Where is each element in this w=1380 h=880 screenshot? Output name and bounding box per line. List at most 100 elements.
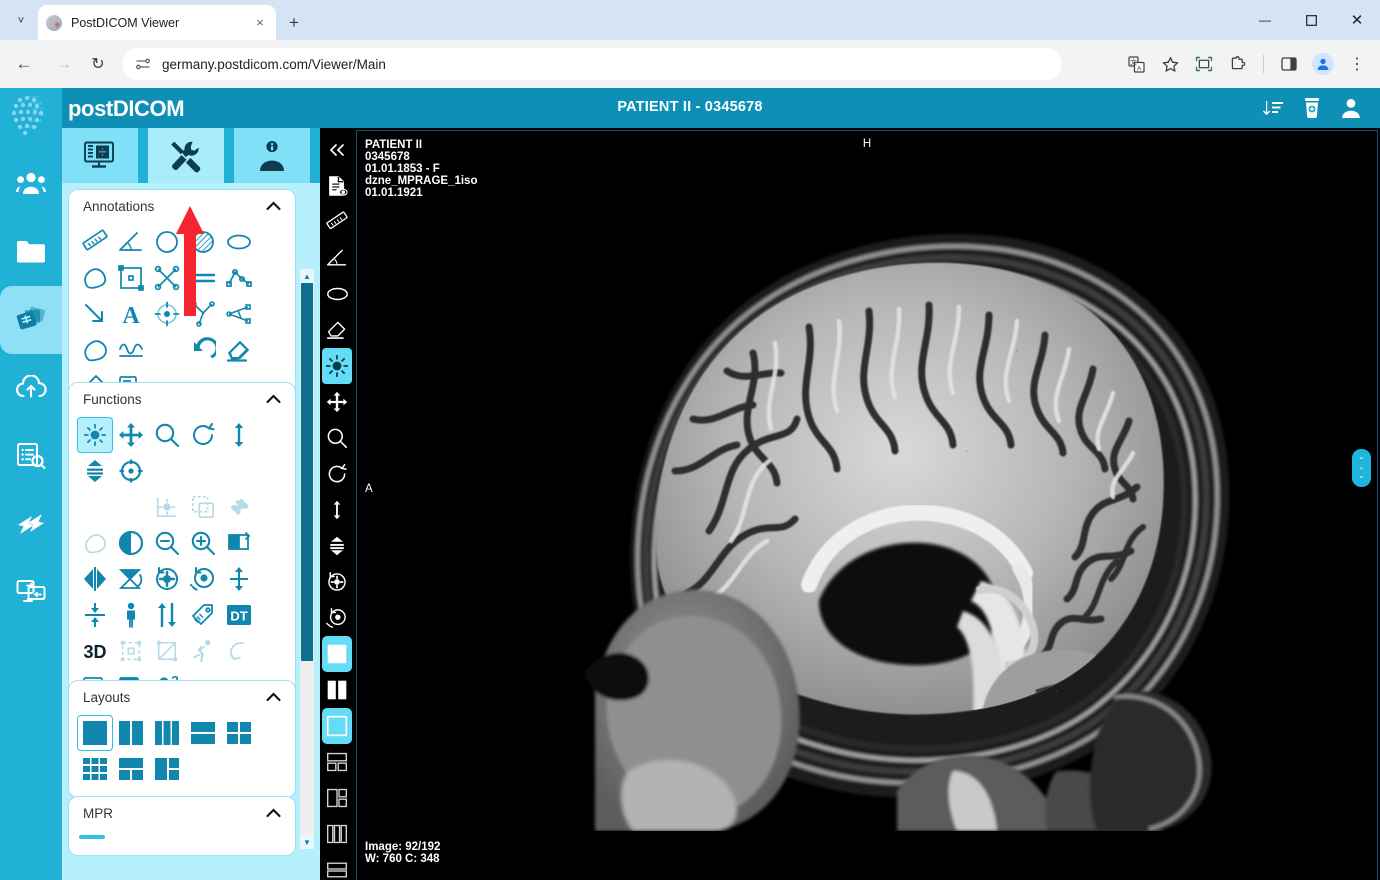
expand-collapse-handle-icon[interactable]: ⌃ ◦ ⌄	[1352, 449, 1371, 487]
sidebar-item-studies[interactable]	[0, 286, 62, 354]
vtool-layout-1x3[interactable]	[322, 816, 352, 852]
function-organ-preset[interactable]	[77, 525, 113, 561]
annotation-spline[interactable]	[113, 332, 149, 368]
layout-1x3[interactable]	[149, 715, 185, 751]
tab-series[interactable]	[62, 128, 138, 183]
function-zoom-in[interactable]	[185, 525, 221, 561]
function-fit-height[interactable]	[221, 561, 257, 597]
vtool-rotate[interactable]	[322, 456, 352, 492]
function-roi-window[interactable]	[185, 489, 221, 525]
layout-3x3[interactable]	[77, 751, 113, 787]
function-flip-vertical[interactable]	[77, 561, 113, 597]
function-scroll[interactable]	[221, 417, 257, 453]
browser-tab[interactable]: PostDICOM Viewer ×	[38, 5, 276, 40]
vtool-angle[interactable]	[322, 240, 352, 276]
scroll-down-arrow-icon[interactable]: ▼	[300, 835, 314, 849]
layouts-panel-header[interactable]: Layouts	[69, 681, 295, 713]
sidebar-item-remote[interactable]	[0, 558, 62, 626]
layout-1x2[interactable]	[113, 715, 149, 751]
vtool-layout-single-selected[interactable]	[322, 708, 352, 744]
vtool-windowing[interactable]	[322, 348, 352, 384]
profile-avatar-icon[interactable]	[1308, 49, 1338, 79]
sort-list-icon[interactable]	[1262, 97, 1284, 119]
function-windowing[interactable]	[77, 417, 113, 453]
sidebar-item-patients[interactable]	[0, 150, 62, 218]
vtool-scroll[interactable]	[322, 492, 352, 528]
vtool-layout-2x1[interactable]	[322, 852, 352, 880]
function-reset[interactable]	[221, 633, 257, 669]
new-tab-button[interactable]: +	[282, 11, 306, 35]
sidebar-item-share[interactable]	[0, 490, 62, 558]
annotation-undo[interactable]	[185, 332, 221, 368]
annotation-deviation[interactable]	[221, 296, 257, 332]
function-crosshair[interactable]	[113, 453, 149, 489]
vtool-ruler[interactable]	[322, 204, 352, 240]
layout-2x1[interactable]	[185, 715, 221, 751]
layout-1-over-2[interactable]	[113, 751, 149, 787]
function-zoom-out[interactable]	[149, 525, 185, 561]
vtool-layout-1x1-white[interactable]	[322, 636, 352, 672]
function-stack-scroll[interactable]	[77, 453, 113, 489]
vtool-pan[interactable]	[322, 384, 352, 420]
function-pan[interactable]	[113, 417, 149, 453]
browser-menu-icon[interactable]: ⋮	[1342, 49, 1372, 79]
user-account-icon[interactable]	[1340, 97, 1362, 119]
scrollbar-thumb[interactable]	[301, 283, 313, 661]
function-dt[interactable]: DT	[221, 597, 257, 633]
sidebar-item-folders[interactable]	[0, 218, 62, 286]
annotation-text[interactable]: A	[113, 296, 149, 332]
function-invert[interactable]	[113, 525, 149, 561]
function-bone-preset[interactable]	[221, 489, 257, 525]
translate-icon[interactable]: 文 A	[1121, 49, 1151, 79]
close-tab-icon[interactable]: ×	[252, 15, 268, 31]
layout-2x2[interactable]	[221, 715, 257, 751]
close-window-button[interactable]: ✕	[1334, 0, 1380, 40]
layout-1x1[interactable]	[77, 715, 113, 751]
functions-panel-header[interactable]: Functions	[69, 383, 295, 415]
layout-1-left-2-right[interactable]	[149, 751, 185, 787]
annotation-angle[interactable]	[113, 224, 149, 260]
tab-search-chevron-icon[interactable]: ˅	[8, 8, 34, 34]
function-flip-horizontal[interactable]	[221, 525, 257, 561]
vtool-zoom[interactable]	[322, 420, 352, 456]
address-bar[interactable]: germany.postdicom.com/Viewer/Main	[122, 48, 1062, 80]
chevron-up-icon[interactable]	[266, 201, 281, 211]
function-collapse-vertical[interactable]	[77, 597, 113, 633]
vtool-layout-1-over-2[interactable]	[322, 744, 352, 780]
bookmark-star-icon[interactable]	[1155, 49, 1185, 79]
function-scout[interactable]	[113, 597, 149, 633]
annotation-rectangle[interactable]	[113, 260, 149, 296]
cast-icon[interactable]	[1189, 49, 1219, 79]
annotation-arrow[interactable]	[77, 296, 113, 332]
function-sync-scroll[interactable]	[149, 597, 185, 633]
minimize-button[interactable]: —	[1242, 0, 1288, 40]
chevron-up-icon[interactable]	[266, 692, 281, 702]
vtool-layout-1-left-2-right[interactable]	[322, 780, 352, 816]
reload-icon[interactable]: ↻	[82, 48, 114, 80]
dicom-image-canvas[interactable]: PATIENT II 0345678 01.01.1853 - F dzne_M…	[356, 130, 1378, 880]
annotation-polyline[interactable]	[221, 260, 257, 296]
back-icon[interactable]: ←	[8, 48, 40, 80]
maximize-button[interactable]	[1288, 0, 1334, 40]
forward-icon[interactable]: →	[48, 48, 80, 80]
vtool-collapse-panel[interactable]	[322, 132, 352, 168]
function-flip-rotate[interactable]	[113, 561, 149, 597]
tools-panel-scrollbar[interactable]: ▲ ▼	[300, 269, 314, 849]
vtool-ellipse[interactable]	[322, 276, 352, 312]
annotation-ellipse[interactable]	[221, 224, 257, 260]
function-zoom[interactable]	[149, 417, 185, 453]
image-viewport[interactable]: PATIENT II 0345678 01.01.1853 - F dzne_M…	[354, 128, 1380, 880]
function-tags[interactable]	[185, 597, 221, 633]
annotation-erase[interactable]	[221, 332, 257, 368]
site-settings-icon[interactable]	[134, 55, 152, 73]
vtool-layout-1x2[interactable]	[322, 672, 352, 708]
sidebar-item-upload[interactable]	[0, 354, 62, 422]
function-rotate-ccw[interactable]	[149, 561, 185, 597]
annotation-closed-freehand[interactable]	[77, 332, 113, 368]
function-rotate[interactable]	[185, 417, 221, 453]
function-auto-window[interactable]	[149, 489, 185, 525]
vtool-rotate-reset[interactable]	[322, 600, 352, 636]
function-calibrate[interactable]	[149, 633, 185, 669]
mpr-panel-header[interactable]: MPR	[69, 797, 295, 829]
vtool-stack-scroll[interactable]	[322, 528, 352, 564]
